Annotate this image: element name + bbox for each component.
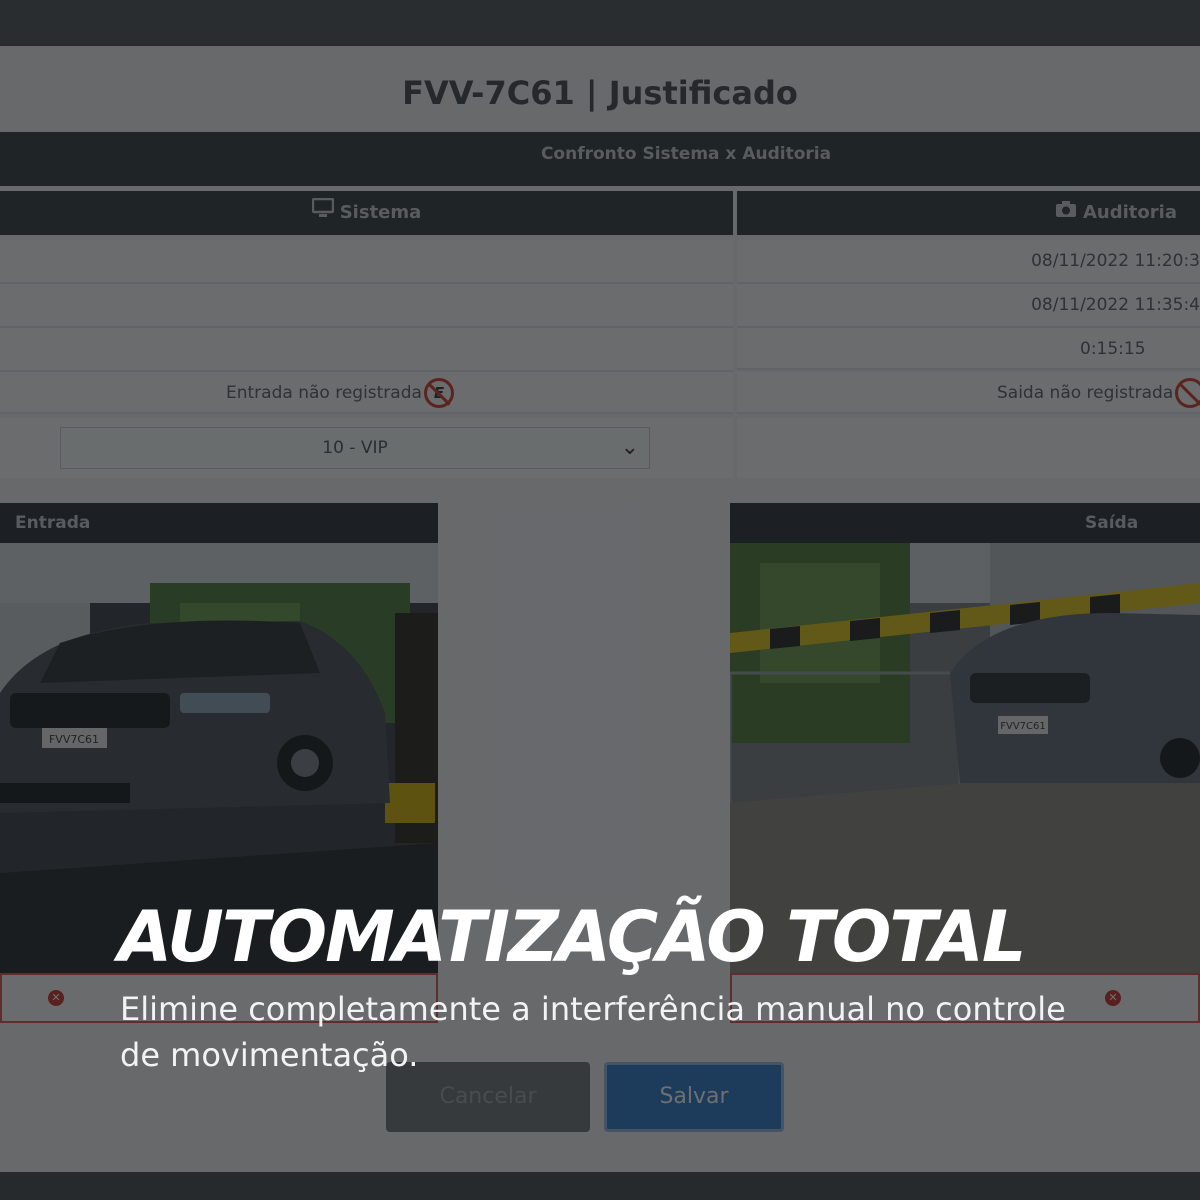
auditoria-duration: 0:15:15 <box>1080 339 1146 359</box>
monitor-icon <box>311 191 334 235</box>
section-title: Confronto Sistema x Auditoria <box>540 144 832 164</box>
sistema-row-duration <box>0 328 733 372</box>
saida-plate-text: FVV7C61 <box>1000 721 1046 732</box>
column-title-auditoria: Auditoria <box>1083 202 1177 223</box>
no-entry-icon: E <box>423 378 454 408</box>
auditoria-row-duration: 0:15:15 <box>737 328 1200 370</box>
no-exit-icon <box>1175 378 1200 408</box>
saida-panel-title: Saída <box>1085 513 1139 533</box>
sistema-row-status: Entrada não registrada E <box>0 372 733 414</box>
promo-subline: Elimine completamente a interferência ma… <box>120 990 1066 1074</box>
error-icon: ✕ <box>48 990 64 1006</box>
entrada-panel-title: Entrada <box>15 513 91 533</box>
auditoria-status-text: Saida não registrada <box>997 383 1174 403</box>
bottom-bar <box>0 1172 1200 1200</box>
column-title-sistema: Sistema <box>339 202 422 223</box>
modal-title: FVV-7C61 | Justificado <box>402 74 798 112</box>
category-select[interactable]: 10 - VIP ⌄ <box>60 427 650 469</box>
error-icon: ✕ <box>1105 990 1121 1006</box>
column-header-sistema: Sistema <box>0 191 733 235</box>
entrada-plate-text: FVV7C61 <box>49 733 99 746</box>
top-bar <box>0 0 1200 44</box>
auditoria-row-category <box>737 418 1200 478</box>
category-select-value: 10 - VIP <box>322 438 388 458</box>
camera-icon <box>1055 191 1077 235</box>
sistema-row-exit <box>0 284 733 328</box>
sistema-status-text: Entrada não registrada <box>226 383 422 403</box>
chevron-down-icon: ⌄ <box>620 435 639 460</box>
auditoria-exit-time: 08/11/2022 11:35:4 <box>1031 295 1200 315</box>
auditoria-entry-time: 08/11/2022 11:20:3 <box>1031 251 1200 271</box>
auditoria-row-exit: 08/11/2022 11:35:4 <box>737 284 1200 328</box>
auditoria-row-entry: 08/11/2022 11:20:3 <box>737 240 1200 284</box>
section-header: Confronto Sistema x Auditoria <box>0 132 1200 186</box>
promo-headline: AUTOMATIZAÇÃO TOTAL <box>118 896 1026 978</box>
sistema-row-entry <box>0 240 733 284</box>
column-header-auditoria: Auditoria <box>737 191 1200 235</box>
auditoria-row-status: Saida não registrada <box>737 372 1200 414</box>
